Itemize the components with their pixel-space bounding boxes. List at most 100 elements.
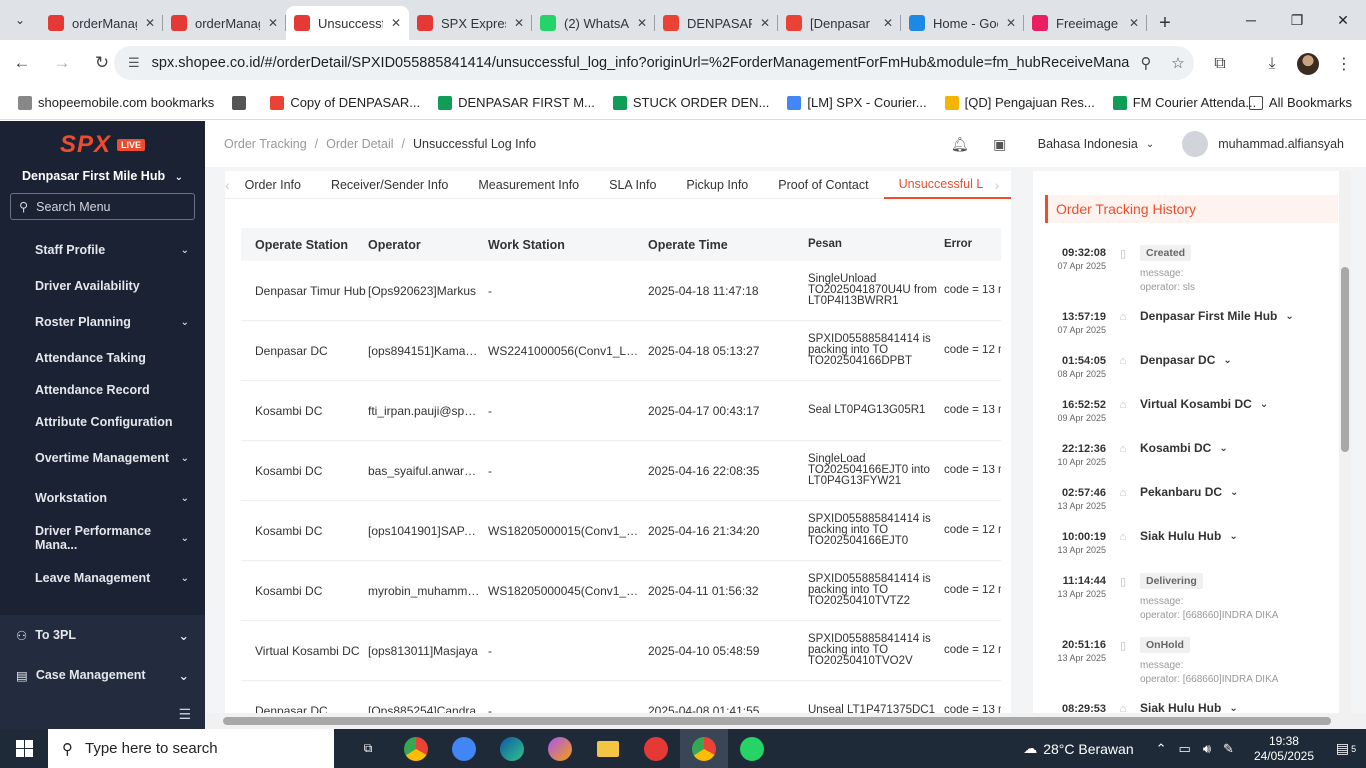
close-window-icon[interactable]: ✕ — [1320, 0, 1366, 40]
windows-start-icon[interactable] — [0, 729, 48, 768]
sidebar-item[interactable]: Staff Profile ⌄ — [0, 230, 205, 270]
search-menu-input[interactable]: ⚲ Search Menu — [10, 193, 195, 220]
close-tab-icon[interactable]: ✕ — [1129, 16, 1139, 30]
all-bookmarks[interactable]: All Bookmarks — [1248, 95, 1352, 110]
spx-logo[interactable]: SPX LIVE — [0, 121, 205, 169]
cell-pesan: SingleUnload TO2025041870U4U from LT0P4I… — [808, 273, 937, 307]
sidebar-item[interactable]: Leave Management ⌄ — [0, 558, 205, 598]
forward-icon[interactable]: → — [44, 45, 80, 81]
back-icon[interactable]: ← — [4, 45, 40, 81]
collapse-sidebar-icon[interactable]: ☰ — [178, 699, 191, 729]
browser-tab[interactable]: SPX Express✕ — [409, 6, 532, 40]
close-tab-icon[interactable]: ✕ — [760, 16, 770, 30]
tab-proof-of-contact[interactable]: Proof of Contact — [763, 171, 883, 199]
notification-icon[interactable]: ▤ 5 — [1326, 740, 1366, 757]
station-icon: ⌂ — [1119, 531, 1127, 543]
history-station[interactable]: Virtual Kosambi DC ⌄ — [1140, 397, 1351, 411]
history-station[interactable]: Pekanbaru DC ⌄ — [1140, 485, 1351, 499]
browser-tab[interactable]: Home - Google Drive✕ — [901, 6, 1024, 40]
sidebar-item[interactable]: Driver Performance Mana... ⌄ — [0, 518, 205, 558]
hub-selector[interactable]: Denpasar First Mile Hub ⌄ — [0, 169, 205, 193]
sidebar-item[interactable]: Driver Availability — [0, 270, 205, 302]
tab-measurement-info[interactable]: Measurement Info — [463, 171, 594, 199]
bookmark-item[interactable]: shopeemobile.com bookmarks — [18, 95, 214, 110]
browser-tab[interactable]: Unsuccessful Log Info✕ — [286, 6, 409, 40]
tab-sla-info[interactable]: SLA Info — [594, 171, 671, 199]
user-menu[interactable]: muhammad.alfiansyah — [1182, 131, 1344, 157]
browser-tab[interactable]: Freeimage ✕ — [1024, 6, 1147, 40]
history-scrollbar[interactable] — [1339, 171, 1351, 715]
minimize-icon[interactable]: ─ — [1228, 0, 1274, 40]
task-view-icon[interactable]: ⧉ — [344, 729, 392, 768]
new-tab-icon[interactable]: + — [1147, 6, 1183, 40]
more-menu-icon[interactable]: ⋮ — [1330, 50, 1358, 78]
bookmark-star-icon[interactable]: ☆ — [1162, 54, 1194, 72]
sidebar-item[interactable]: Overtime Management ⌄ — [0, 438, 205, 478]
url-bar[interactable]: ☰ spx.shopee.co.id/#/orderDetail/SPXID05… — [114, 46, 1194, 80]
profile-avatar[interactable] — [1294, 50, 1322, 78]
volume-icon[interactable]: 🔊︎ — [1203, 741, 1211, 757]
tabs-scroll-right-icon[interactable]: › — [983, 176, 1011, 193]
taskbar-search[interactable]: ⚲ Type here to search — [48, 729, 334, 768]
chrome-active-icon[interactable] — [680, 729, 728, 768]
sidebar-item[interactable]: Workstation ⌄ — [0, 478, 205, 518]
bookmark-item[interactable]: DENPASAR FIRST M... — [438, 95, 595, 110]
pen-icon[interactable]: ✎ — [1223, 741, 1234, 757]
chrome-icon[interactable] — [392, 729, 440, 768]
sidebar-item[interactable]: Attendance Taking — [0, 342, 205, 374]
download-icon[interactable]: ⤓ — [1258, 50, 1286, 78]
weather-widget[interactable]: ☁ 28°C Berawan — [1023, 740, 1133, 757]
history-station[interactable]: Denpasar First Mile Hub ⌄ — [1140, 309, 1351, 323]
close-tab-icon[interactable]: ✕ — [637, 16, 647, 30]
breadcrumb-order-tracking[interactable]: Order Tracking — [224, 137, 307, 151]
browser-tab[interactable]: DENPASAR ✕ — [655, 6, 778, 40]
browser-tab[interactable]: orderManagement✕ — [163, 6, 286, 40]
status-doc-icon: ▯ — [1119, 576, 1127, 588]
network-icon[interactable]: ▭ — [1179, 741, 1191, 757]
clipboard-icon[interactable]: ▣ — [980, 136, 1020, 153]
taskbar-clock[interactable]: 19:38 24/05/2025 — [1254, 734, 1314, 764]
bookmark-item[interactable]: [QD] Pengajuan Res... — [944, 95, 1095, 110]
tab-pickup-info[interactable]: Pickup Info — [671, 171, 763, 199]
bookmark-item[interactable]: STUCK ORDER DEN... — [612, 95, 769, 110]
horizontal-scrollbar[interactable] — [205, 713, 1366, 729]
edge-icon[interactable] — [488, 729, 536, 768]
site-info-icon[interactable]: ☰ — [128, 55, 140, 71]
close-tab-icon[interactable]: ✕ — [514, 16, 524, 30]
history-station[interactable]: Siak Hulu Hub ⌄ — [1140, 529, 1351, 543]
bookmark-item[interactable]: FM Courier Attenda... — [1112, 95, 1256, 110]
close-tab-icon[interactable]: ✕ — [1006, 16, 1016, 30]
chrome-profile-icon[interactable] — [440, 729, 488, 768]
tab-order-info[interactable]: Order Info — [230, 171, 316, 199]
browser-tab[interactable]: (2) WhatsApp✕ — [532, 6, 655, 40]
browser-tab[interactable]: orderManagement✕ — [40, 6, 163, 40]
copilot-icon[interactable] — [536, 729, 584, 768]
zoom-icon[interactable]: ⚲ — [1130, 54, 1162, 72]
close-tab-icon[interactable]: ✕ — [391, 16, 401, 30]
breadcrumb-order-detail[interactable]: Order Detail — [326, 137, 393, 151]
close-tab-icon[interactable]: ✕ — [883, 16, 893, 30]
browser-tab[interactable]: [Denpasar ✕ — [778, 6, 901, 40]
history-station[interactable]: Kosambi DC ⌄ — [1140, 441, 1351, 455]
tab-receiver-sender-info[interactable]: Receiver/Sender Info — [316, 171, 463, 199]
sidebar-item[interactable]: Roster Planning ⌄ — [0, 302, 205, 342]
sidebar-item[interactable]: Attribute Configuration — [0, 406, 205, 438]
tab-search-icon[interactable]: ⌄ — [0, 0, 40, 40]
bookmark-item[interactable]: [LM] SPX - Courier... — [787, 95, 927, 110]
extensions-icon[interactable]: ⧉ — [1206, 50, 1234, 78]
wps-icon[interactable] — [632, 729, 680, 768]
close-tab-icon[interactable]: ✕ — [145, 16, 155, 30]
bookmark-item[interactable]: Copy of DENPASAR... — [270, 95, 420, 110]
chevron-up-icon[interactable]: ⌃ — [1156, 741, 1167, 757]
file-explorer-icon[interactable] — [584, 729, 632, 768]
history-station[interactable]: Denpasar DC ⌄ — [1140, 353, 1351, 367]
whatsapp-icon[interactable] — [728, 729, 776, 768]
close-tab-icon[interactable]: ✕ — [268, 16, 278, 30]
sidebar-section-item[interactable]: ⚇ To 3PL ⌄ — [0, 615, 205, 655]
maximize-icon[interactable]: ❐ — [1274, 0, 1320, 40]
language-selector[interactable]: Bahasa Indonesia ⌄ — [1038, 137, 1154, 151]
bell-icon[interactable]: 🔔︎ — [940, 136, 980, 153]
sidebar-item[interactable]: Attendance Record — [0, 374, 205, 406]
bookmark-item[interactable] — [232, 95, 252, 110]
sidebar-section-item[interactable]: ▤ Case Management ⌄ — [0, 655, 205, 695]
